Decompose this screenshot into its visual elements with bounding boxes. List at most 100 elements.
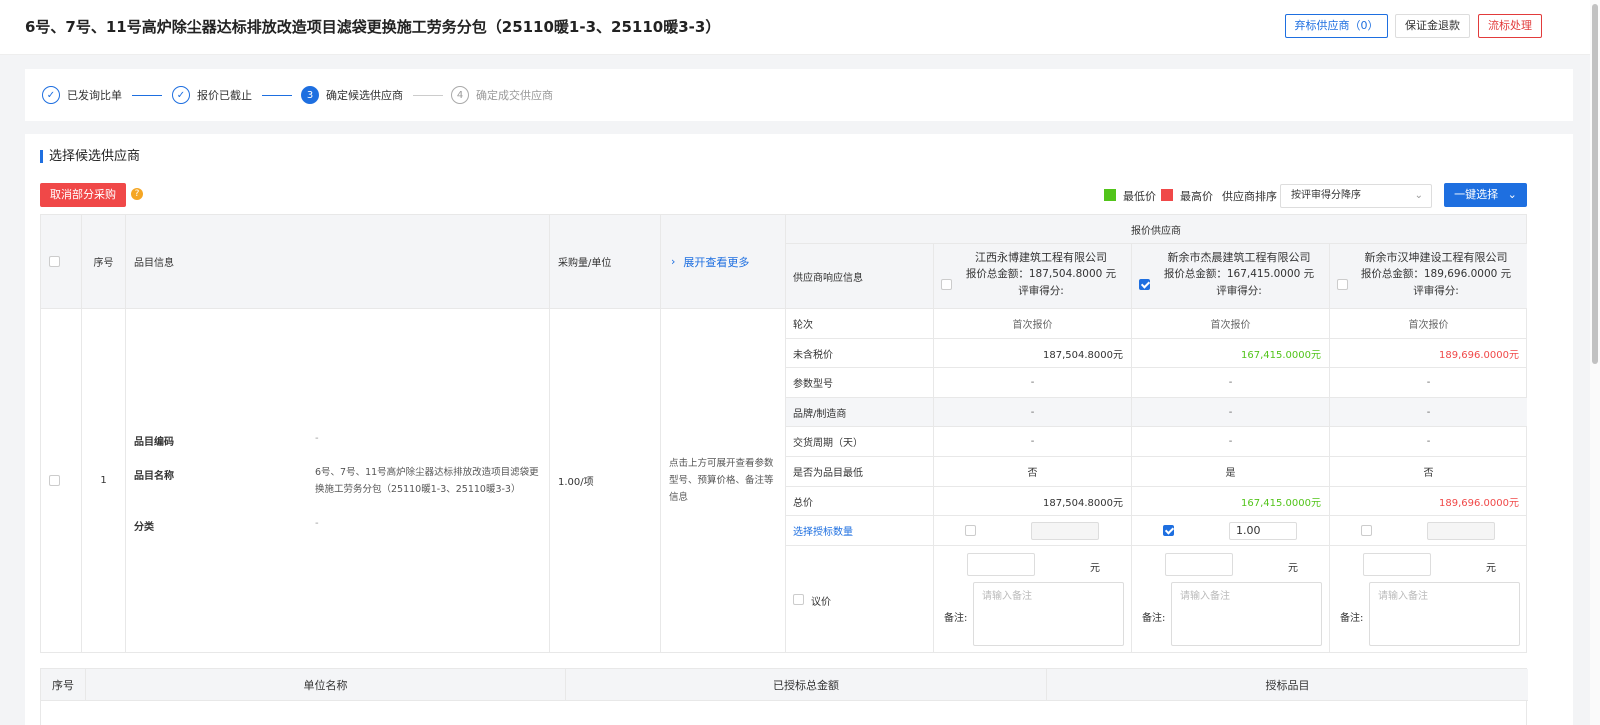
check-icon: ✓ <box>172 86 190 104</box>
row-checkbox[interactable] <box>49 475 60 486</box>
progress-steps: ✓ 已发询比单 ✓ 报价已截止 3 确定候选供应商 4 确定成交供应商 <box>25 69 1573 121</box>
scrollbar[interactable] <box>1590 0 1600 725</box>
select-qty-cell-1 <box>934 516 1132 546</box>
top-bar: 6号、7号、11号高炉除尘器达标排放改造项目滤袋更换施工劳务分包（25110暖1… <box>0 0 1590 55</box>
help-icon[interactable]: ? <box>131 188 143 200</box>
negotiate-price-input[interactable] <box>1363 553 1431 576</box>
response-value: 首次报价 <box>934 309 1132 339</box>
negotiate-price-input[interactable] <box>967 553 1035 576</box>
step-1: ✓ 已发询比单 <box>42 86 162 104</box>
award-qty-input[interactable] <box>1031 522 1099 540</box>
step-connector <box>262 94 292 96</box>
deposit-refund-button[interactable]: 保证金退款 <box>1395 14 1470 38</box>
lowest-price-swatch <box>1104 189 1116 201</box>
step-label: 确定候选供应商 <box>326 89 403 102</box>
response-row-label: 轮次 <box>786 309 934 339</box>
response-row-label: 是否为品目最低 <box>786 457 934 487</box>
highest-price-swatch <box>1161 189 1173 201</box>
step-4: 4 确定成交供应商 <box>451 86 553 104</box>
response-value: 首次报价 <box>1132 309 1330 339</box>
negotiate-label: 议价 <box>811 597 831 608</box>
remark-textarea[interactable]: 请输入备注 <box>1171 582 1322 646</box>
supplier-total: 报价总金额：167,415.0000 元 <box>1163 268 1315 280</box>
supplier-total: 报价总金额：189,696.0000 元 <box>1360 268 1512 280</box>
response-value: - <box>1330 427 1527 457</box>
response-value: - <box>1330 398 1527 427</box>
response-value: 189,696.0000元 <box>1330 487 1527 516</box>
remark-textarea[interactable]: 请输入备注 <box>973 582 1124 646</box>
header-select-all-cell <box>41 215 82 309</box>
response-value: 否 <box>934 457 1132 487</box>
comparison-table: 序号 品目信息 采购量/单位 › 展开查看更多 报价供应商 供应商响应信息 江西… <box>40 214 1527 653</box>
response-value: 187,504.8000元 <box>934 487 1132 516</box>
select-all-checkbox[interactable] <box>49 256 60 267</box>
remark-textarea[interactable]: 请输入备注 <box>1369 582 1520 646</box>
item-name-label: 品目名称 <box>134 471 174 482</box>
abandoned-suppliers-button[interactable]: 弃标供应商（0） <box>1285 14 1388 38</box>
header-qty-unit: 采购量/单位 <box>550 215 661 309</box>
expand-more-link[interactable]: › 展开查看更多 <box>661 215 786 309</box>
award-header-items: 授标品目 <box>1047 669 1528 701</box>
award-checkbox[interactable] <box>1163 525 1174 536</box>
response-value: 189,696.0000元 <box>1330 339 1527 368</box>
award-checkbox[interactable] <box>965 525 976 536</box>
negotiate-cell-1: 元 备注: 请输入备注 <box>934 546 1132 653</box>
response-value: 是 <box>1132 457 1330 487</box>
response-row-label: 参数型号 <box>786 368 934 398</box>
response-value: - <box>934 398 1132 427</box>
header-supplier-response-info: 供应商响应信息 <box>786 244 934 309</box>
item-info-cell: 品目编码 - 品目名称 6号、7号、11号高炉除尘器达标排放改造项目滤袋更换施工… <box>126 309 550 653</box>
award-header-seq: 序号 <box>41 669 86 701</box>
supplier-total: 报价总金额：187,504.8000 元 <box>965 268 1117 280</box>
supplier-name: 新余市汉坤建设工程有限公司 <box>1364 251 1508 264</box>
yuan-label: 元 <box>1090 563 1100 574</box>
supplier-name: 江西永博建筑工程有限公司 <box>975 251 1107 264</box>
row-select-cell <box>41 309 82 653</box>
response-value: 167,415.0000元 <box>1132 487 1330 516</box>
item-category-label: 分类 <box>134 522 154 533</box>
response-value: 首次报价 <box>1330 309 1527 339</box>
award-qty-input[interactable]: 1.00 <box>1229 522 1297 540</box>
response-value: 187,504.8000元 <box>934 339 1132 368</box>
response-row-label: 交货周期（天） <box>786 427 934 457</box>
one-click-select-button[interactable]: 一键选择 ⌄ <box>1444 183 1527 207</box>
supplier-name: 新余市杰晨建筑工程有限公司 <box>1167 251 1311 264</box>
negotiate-price-input[interactable] <box>1165 553 1233 576</box>
chevron-down-icon: ⌄ <box>1507 188 1517 201</box>
supplier-sort-select[interactable]: 按评审得分降序 ⌄ <box>1280 184 1432 208</box>
sort-label: 供应商排序 <box>1222 190 1277 203</box>
remark-label: 备注: <box>944 613 968 624</box>
step-label: 确定成交供应商 <box>476 89 553 102</box>
step-number: 3 <box>301 86 319 104</box>
cancel-partial-purchase-button[interactable]: 取消部分采购 <box>40 183 126 207</box>
award-qty-input[interactable] <box>1427 522 1495 540</box>
legend-lowest-label: 最低价 <box>1123 190 1156 203</box>
response-row-label: 品牌/制造商 <box>786 398 934 427</box>
yuan-label: 元 <box>1486 563 1496 574</box>
select-qty-cell-3 <box>1330 516 1527 546</box>
award-header-amount: 已授标总金额 <box>566 669 1047 701</box>
row-qty: 1.00/项 <box>550 309 661 653</box>
response-value: - <box>1132 427 1330 457</box>
award-checkbox[interactable] <box>1361 525 1372 536</box>
section-title: 选择候选供应商 <box>40 150 140 163</box>
response-value: - <box>1330 368 1527 398</box>
award-header-unit: 单位名称 <box>86 669 566 701</box>
step-label: 已发询比单 <box>67 89 122 102</box>
legend-highest-label: 最高价 <box>1180 190 1213 203</box>
negotiate-cell-3: 元 备注: 请输入备注 <box>1330 546 1527 653</box>
negotiate-checkbox[interactable] <box>793 594 804 605</box>
expand-more-label: 展开查看更多 <box>683 255 750 269</box>
step-3: 3 确定候选供应商 <box>301 86 443 104</box>
item-category-value: - <box>315 518 319 529</box>
response-value: - <box>934 427 1132 457</box>
yuan-label: 元 <box>1288 563 1298 574</box>
scrollbar-thumb[interactable] <box>1592 4 1598 364</box>
chevron-down-icon: ⌄ <box>1414 190 1423 201</box>
failed-bid-button[interactable]: 流标处理 <box>1478 14 1542 38</box>
item-code-value: - <box>315 433 319 444</box>
remark-label: 备注: <box>1142 613 1166 624</box>
chevron-right-icon: › <box>671 255 676 268</box>
step-number: 4 <box>451 86 469 104</box>
response-value: 167,415.0000元 <box>1132 339 1330 368</box>
